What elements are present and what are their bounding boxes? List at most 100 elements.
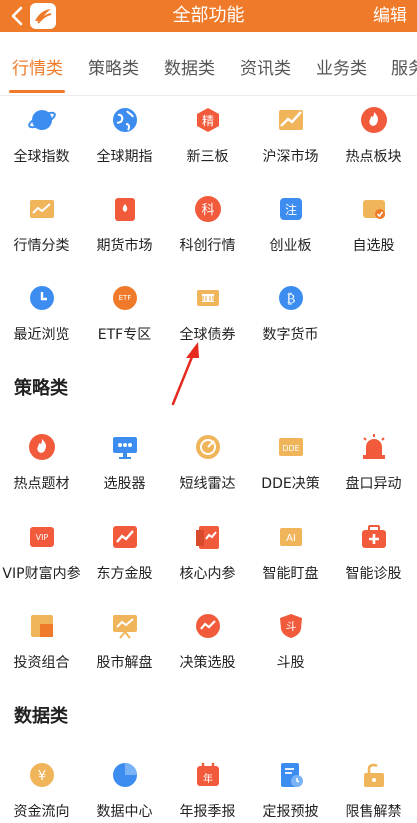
feature-item-label: 决策选股 xyxy=(179,655,236,671)
ai-icon: AI xyxy=(280,528,302,546)
section-title-data: 数据类 xyxy=(14,706,68,727)
jing-badge-icon: 精 xyxy=(197,108,219,132)
feature-item[interactable]: 自选股 xyxy=(332,195,415,275)
feature-item[interactable]: 数据中心 xyxy=(83,761,166,823)
feature-item[interactable]: 选股器 xyxy=(83,433,166,513)
svg-text:AI: AI xyxy=(286,533,296,544)
feature-item-label: 投资组合 xyxy=(13,655,70,671)
feature-item[interactable]: 注创业板 xyxy=(249,195,332,275)
feature-item[interactable]: ₿ 数字货币 xyxy=(249,284,332,364)
feature-item[interactable]: 热点板块 xyxy=(332,106,415,186)
svg-text:₿: ₿ xyxy=(287,292,296,307)
alarm-icon xyxy=(363,434,385,459)
feature-item[interactable]: 决策选股 xyxy=(166,612,249,692)
feature-item-label: 东方金股 xyxy=(96,566,153,582)
svg-text:VIP: VIP xyxy=(36,533,49,542)
feature-item-label: 全球期指 xyxy=(96,149,153,165)
feature-item-label: 智能诊股 xyxy=(345,566,402,582)
feature-item[interactable]: 全球债券 xyxy=(166,284,249,364)
tab-news[interactable]: 资讯类 xyxy=(240,54,291,79)
tab-market[interactable]: 行情类 xyxy=(12,54,63,79)
feature-item[interactable]: 行情分类 xyxy=(0,195,83,275)
feature-item[interactable]: DDE DDE决策 xyxy=(249,433,332,513)
feature-item[interactable]: 定报预披 xyxy=(249,761,332,823)
feature-item[interactable]: VIP VIP财富内参 xyxy=(0,523,83,603)
feature-item-label: 全球指数 xyxy=(13,149,70,165)
dde-icon: DDE xyxy=(279,438,303,456)
feature-item-label: 选股器 xyxy=(103,476,146,492)
feature-item[interactable]: 精新三板 xyxy=(166,106,249,186)
trend-up-icon xyxy=(279,110,303,130)
planet-icon xyxy=(28,110,56,130)
edit-button[interactable]: 编辑 xyxy=(373,0,407,32)
decision-icon xyxy=(196,614,220,638)
feature-item-label: 全球债券 xyxy=(179,327,236,343)
feature-item-label: 新三板 xyxy=(186,149,229,165)
tab-service[interactable]: 服务 xyxy=(391,54,417,79)
feature-item-label: 沪深市场 xyxy=(262,149,319,165)
feature-item[interactable]: 东方金股 xyxy=(83,523,166,603)
feature-item[interactable]: 核心内参 xyxy=(166,523,249,603)
feature-item-label: 自选股 xyxy=(352,238,395,254)
feature-item[interactable]: ETF ETF专区 xyxy=(83,284,166,364)
zhu-badge-icon: 注 xyxy=(280,198,302,220)
feature-item[interactable]: 盘口异动 xyxy=(332,433,415,513)
feature-item[interactable]: 全球期指 xyxy=(83,106,166,186)
feature-item[interactable]: 限售解禁 xyxy=(332,761,415,823)
feature-item[interactable]: 斗斗股 xyxy=(249,612,332,692)
section-title-strategy: 策略类 xyxy=(14,378,68,399)
feature-item[interactable]: AI 智能盯盘 xyxy=(249,523,332,603)
feature-item[interactable]: 短线雷达 xyxy=(166,433,249,513)
medkit-icon xyxy=(362,525,386,548)
tab-strategy[interactable]: 策略类 xyxy=(88,54,139,79)
flame-icon xyxy=(361,107,387,133)
feature-item-label: 数据中心 xyxy=(96,804,153,820)
feature-item-label: 年报季报 xyxy=(179,804,236,820)
category-tabs: 行情类 策略类 数据类 资讯类 业务类 服务 xyxy=(0,32,417,96)
feature-item-label: 最近浏览 xyxy=(13,327,70,343)
feature-item[interactable]: 最近浏览 xyxy=(0,284,83,364)
feature-item[interactable]: ¥ 资金流向 xyxy=(0,761,83,823)
svg-text:DDE: DDE xyxy=(282,444,299,453)
vip-icon: VIP xyxy=(30,527,54,547)
feature-item-label: DDE决策 xyxy=(261,476,320,492)
flame-icon xyxy=(29,434,55,460)
svg-text:科: 科 xyxy=(201,203,214,218)
feature-item-label: 期货市场 xyxy=(96,238,153,254)
bond-icon xyxy=(197,290,219,306)
feature-item-label: 股市解盘 xyxy=(96,655,153,671)
feature-item-label: 热点板块 xyxy=(345,149,402,165)
svg-text:注: 注 xyxy=(285,202,297,217)
yen-coin-icon: ¥ xyxy=(30,763,54,787)
dou-shield-icon: 斗 xyxy=(280,614,302,638)
tab-data[interactable]: 数据类 xyxy=(164,54,215,79)
feature-item-label: 创业板 xyxy=(269,238,312,254)
feature-item[interactable]: 智能诊股 xyxy=(332,523,415,603)
feature-item[interactable]: 股市解盘 xyxy=(83,612,166,692)
etf-icon: ETF xyxy=(113,286,137,310)
doc-clock-icon xyxy=(281,763,303,787)
feature-item[interactable]: 投资组合 xyxy=(0,612,83,692)
feature-item-label: 核心内参 xyxy=(179,566,236,582)
feature-item-label: 行情分类 xyxy=(13,238,70,254)
screen-icon xyxy=(113,437,137,459)
board-icon xyxy=(113,615,137,639)
ke-badge-icon: 科 xyxy=(195,196,221,222)
feature-item[interactable]: 年年报季报 xyxy=(166,761,249,823)
tab-business[interactable]: 业务类 xyxy=(316,54,367,79)
feature-item[interactable]: 全球指数 xyxy=(0,106,83,186)
feature-item-label: 定报预披 xyxy=(262,804,319,820)
trend-chart-icon xyxy=(113,526,137,548)
feature-item[interactable]: 热点题材 xyxy=(0,433,83,513)
feature-item[interactable]: 沪深市场 xyxy=(249,106,332,186)
svg-text:¥: ¥ xyxy=(38,769,46,784)
feature-item[interactable]: 科科创行情 xyxy=(166,195,249,275)
top-bar: 全部功能 编辑 xyxy=(0,0,417,32)
svg-text:ETF: ETF xyxy=(119,294,132,302)
oil-barrel-icon xyxy=(115,198,135,221)
report-icon xyxy=(196,526,219,549)
globe-icon xyxy=(113,108,137,132)
radar-icon xyxy=(196,435,220,459)
feature-item[interactable]: 期货市场 xyxy=(83,195,166,275)
active-tab-indicator xyxy=(9,90,65,93)
